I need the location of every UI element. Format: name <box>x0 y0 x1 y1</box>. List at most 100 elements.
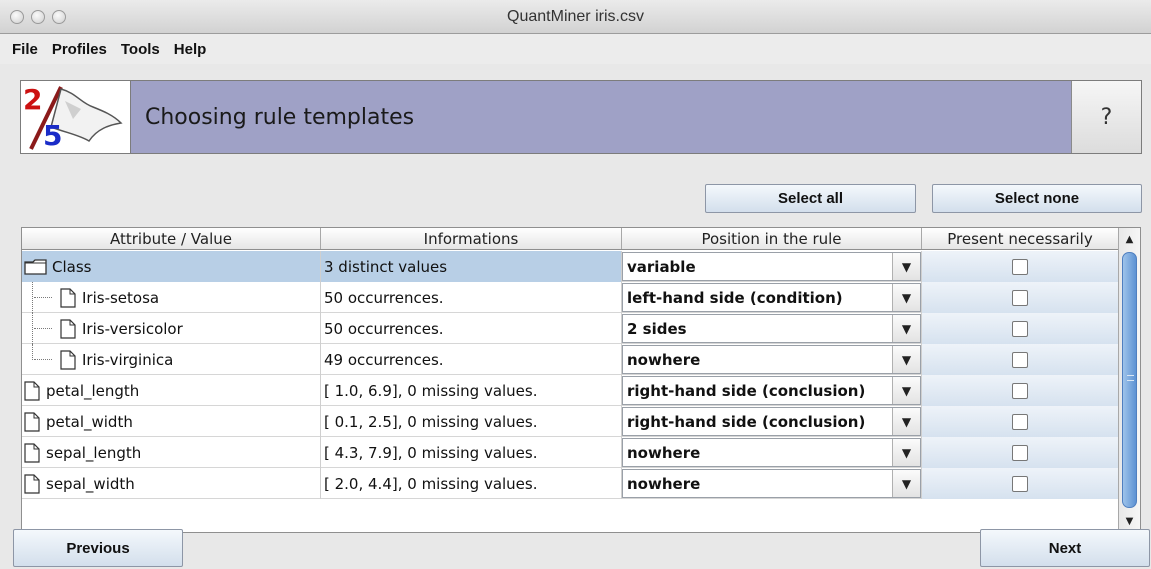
file-icon <box>24 411 40 432</box>
chevron-down-icon[interactable]: ▼ <box>892 315 920 342</box>
position-value: right-hand side (conclusion) <box>627 381 866 400</box>
position-value: left-hand side (condition) <box>627 288 843 307</box>
position-value: variable <box>627 257 696 276</box>
close-window-button[interactable] <box>10 10 24 24</box>
info-cell: [ 2.0, 4.4], 0 missing values. <box>321 468 622 499</box>
position-value: nowhere <box>627 474 701 493</box>
position-cell: nowhere ▼ <box>622 437 922 468</box>
chevron-down-icon[interactable]: ▼ <box>892 470 920 497</box>
info-cell: 3 distinct values <box>321 251 622 282</box>
column-header-attribute[interactable]: Attribute / Value <box>22 228 321 249</box>
zoom-window-button[interactable] <box>52 10 66 24</box>
present-cell <box>922 313 1119 344</box>
table-row[interactable]: Iris-virginica 49 occurrences. nowhere ▼ <box>22 344 1119 375</box>
column-header-present[interactable]: Present necessarily <box>922 228 1119 249</box>
present-checkbox[interactable] <box>1012 351 1028 368</box>
tree-branch <box>34 328 52 329</box>
select-none-button[interactable]: Select none <box>932 184 1142 213</box>
position-dropdown[interactable]: left-hand side (condition) ▼ <box>622 283 921 312</box>
table-row[interactable]: petal_length [ 1.0, 6.9], 0 missing valu… <box>22 375 1119 406</box>
present-cell <box>922 437 1119 468</box>
position-value: 2 sides <box>627 319 687 338</box>
position-dropdown[interactable]: nowhere ▼ <box>622 438 921 467</box>
present-checkbox[interactable] <box>1012 289 1028 306</box>
file-icon <box>24 380 40 401</box>
attribute-label: Iris-setosa <box>82 288 160 307</box>
table-body: Class 3 distinct values variable ▼ Iris-… <box>22 251 1119 499</box>
position-dropdown[interactable]: variable ▼ <box>622 252 921 281</box>
chevron-down-icon[interactable]: ▼ <box>892 408 920 435</box>
help-button[interactable]: ? <box>1071 81 1141 153</box>
menu-help[interactable]: Help <box>174 41 207 58</box>
file-icon <box>24 473 40 494</box>
scroll-up-arrow-icon[interactable]: ▲ <box>1119 228 1140 250</box>
column-header-position[interactable]: Position in the rule <box>622 228 922 249</box>
step-banner: 2 5 Choosing rule templates ? <box>20 80 1142 154</box>
menu-file[interactable]: File <box>12 41 38 58</box>
table-scrollbar[interactable]: ▲ ▼ <box>1118 228 1140 532</box>
info-cell: 49 occurrences. <box>321 344 622 375</box>
next-button[interactable]: Next <box>980 529 1150 567</box>
step-logo: 2 5 <box>21 81 131 153</box>
previous-button[interactable]: Previous <box>13 529 183 567</box>
present-checkbox[interactable] <box>1012 413 1028 430</box>
position-dropdown[interactable]: right-hand side (conclusion) ▼ <box>622 407 921 436</box>
scrollbar-thumb[interactable] <box>1122 252 1137 508</box>
chevron-down-icon[interactable]: ▼ <box>892 284 920 311</box>
attribute-label: sepal_width <box>46 474 135 493</box>
attribute-cell: Class <box>22 251 321 282</box>
present-checkbox[interactable] <box>1012 382 1028 399</box>
position-dropdown[interactable]: nowhere ▼ <box>622 345 921 374</box>
attribute-cell: sepal_length <box>22 437 321 468</box>
attribute-label: Class <box>52 257 92 276</box>
flag-logo-icon: 2 5 <box>23 83 123 152</box>
file-icon <box>60 349 76 370</box>
attribute-cell: Iris-setosa <box>22 282 321 313</box>
window-title: QuantMiner iris.csv <box>507 7 644 25</box>
position-dropdown[interactable]: nowhere ▼ <box>622 469 921 498</box>
select-all-button[interactable]: Select all <box>705 184 916 213</box>
tree-connector <box>32 282 33 313</box>
table-row[interactable]: Class 3 distinct values variable ▼ <box>22 251 1119 282</box>
present-checkbox[interactable] <box>1012 475 1028 492</box>
chevron-down-icon[interactable]: ▼ <box>892 253 920 280</box>
chevron-down-icon[interactable]: ▼ <box>892 439 920 466</box>
chevron-down-icon[interactable]: ▼ <box>892 346 920 373</box>
position-cell: right-hand side (conclusion) ▼ <box>622 406 922 437</box>
grip-icon <box>1127 375 1134 381</box>
table-row[interactable]: Iris-setosa 50 occurrences. left-hand si… <box>22 282 1119 313</box>
minimize-window-button[interactable] <box>31 10 45 24</box>
table-row[interactable]: petal_width [ 0.1, 2.5], 0 missing value… <box>22 406 1119 437</box>
present-checkbox[interactable] <box>1012 320 1028 337</box>
position-dropdown[interactable]: right-hand side (conclusion) ▼ <box>622 376 921 405</box>
file-icon <box>60 287 76 308</box>
info-cell: 50 occurrences. <box>321 282 622 313</box>
attribute-cell: petal_length <box>22 375 321 406</box>
menu-bar: File Profiles Tools Help <box>0 34 1151 64</box>
info-cell: 50 occurrences. <box>321 313 622 344</box>
table-row[interactable]: Iris-versicolor 50 occurrences. 2 sides … <box>22 313 1119 344</box>
table-row[interactable]: sepal_length [ 4.3, 7.9], 0 missing valu… <box>22 437 1119 468</box>
tree-connector <box>32 344 33 360</box>
present-cell <box>922 251 1119 282</box>
position-value: right-hand side (conclusion) <box>627 412 866 431</box>
column-header-informations[interactable]: Informations <box>321 228 622 249</box>
position-dropdown[interactable]: 2 sides ▼ <box>622 314 921 343</box>
present-cell <box>922 406 1119 437</box>
present-cell <box>922 375 1119 406</box>
position-cell: nowhere ▼ <box>622 468 922 499</box>
tree-branch <box>34 359 52 360</box>
position-value: nowhere <box>627 443 701 462</box>
folder-icon[interactable] <box>24 258 48 275</box>
menu-profiles[interactable]: Profiles <box>52 41 107 58</box>
present-checkbox[interactable] <box>1012 444 1028 461</box>
table-row[interactable]: sepal_width [ 2.0, 4.4], 0 missing value… <box>22 468 1119 499</box>
logo-digit-two: 2 <box>23 83 42 116</box>
present-checkbox[interactable] <box>1012 258 1028 275</box>
menu-tools[interactable]: Tools <box>121 41 160 58</box>
window-controls <box>10 10 66 24</box>
position-cell: nowhere ▼ <box>622 344 922 375</box>
attribute-label: Iris-virginica <box>82 350 174 369</box>
chevron-down-icon[interactable]: ▼ <box>892 377 920 404</box>
position-cell: left-hand side (condition) ▼ <box>622 282 922 313</box>
